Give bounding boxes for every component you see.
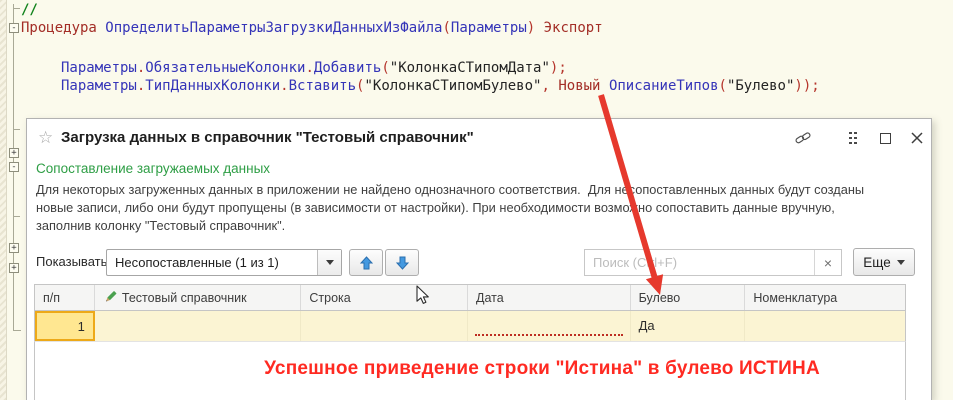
caret-down-icon [326,260,334,265]
show-filter-select[interactable]: Несопоставленные (1 из 1) [106,249,342,276]
table-row[interactable]: 1 Да [34,311,906,342]
code-fold-end [13,330,21,331]
code-line-procedure: Процедура ОпределитьПараметрыЗагрузкиДан… [21,20,603,36]
code-line-insert-type: Параметры.ТипДанныхКолонки.Вставить("Кол… [61,78,820,94]
fold-tick [13,8,20,9]
column-header-nomenclature[interactable]: Номенклатура [745,285,905,310]
screen: // Процедура ОпределитьПараметрыЗагрузки… [0,0,953,400]
cell-row-number-selected[interactable]: 1 [35,311,95,341]
dialog-title: Загрузка данных в справочник "Тестовый с… [61,129,474,146]
fold-expand-icon[interactable] [9,263,19,273]
fold-expand-icon[interactable] [9,243,19,253]
description-line: заполнив колонку "Тестовый справочник". [36,218,285,233]
search-input[interactable] [585,250,814,275]
table-header-row: п/п Тестовый справочник Строка Дата Буле… [34,284,906,311]
favorite-star-icon[interactable]: ☆ [38,128,53,148]
blue-arrow-up-icon [360,256,373,270]
window-menu-icon[interactable] [845,131,861,145]
fold-tick [13,129,20,130]
column-header-date[interactable]: Дата [468,285,631,310]
close-icon[interactable] [909,131,925,145]
more-button[interactable]: Еще [853,248,915,276]
cell-date[interactable] [468,311,631,341]
code-line-comment: // [21,2,38,18]
cell-string[interactable] [301,311,468,341]
code-line-add-column: Параметры.ОбязательныеКолонки.Добавить("… [61,60,567,76]
annotation-text: Успешное приведение строки "Истина" в бу… [127,358,953,380]
column-header-string[interactable]: Строка [301,285,468,310]
red-dotted-underline [475,334,623,336]
load-data-dialog: ☆ Загрузка данных в справочник "Тестовый… [26,118,932,400]
fold-collapse-icon[interactable] [9,162,19,172]
caret-down-icon [897,260,905,265]
show-filter-value: Несопоставленные (1 из 1) [107,250,317,275]
move-up-button[interactable] [349,249,383,276]
editor-margin-hatch [0,0,7,400]
blue-arrow-down-icon [396,256,409,270]
search-box: × [584,249,842,276]
more-button-label: Еще [863,255,890,270]
column-header-num[interactable]: п/п [35,285,95,310]
cell-test-catalog[interactable] [95,311,302,341]
fold-expand-icon[interactable] [9,148,19,158]
description-line: новые записи, либо они будут пропущены (… [36,200,835,215]
fold-collapse-icon[interactable] [9,23,19,33]
maximize-icon[interactable] [877,131,893,145]
section-title: Сопоставление загружаемых данных [36,161,270,176]
get-link-icon[interactable] [795,131,811,145]
mapping-table: п/п Тестовый справочник Строка Дата Буле… [34,284,906,400]
fold-tick [13,216,20,217]
description-line: Для некоторых загруженных данных в прило… [36,182,864,197]
filter-dropdown-button[interactable] [317,250,341,275]
show-filter-label: Показывать: [36,254,111,269]
cell-nomenclature[interactable] [745,311,905,341]
column-header-test-catalog[interactable]: Тестовый справочник [95,285,302,310]
search-clear-button[interactable]: × [814,250,841,275]
cell-boolean[interactable]: Да [631,311,746,341]
move-down-button[interactable] [385,249,419,276]
pencil-icon [103,291,117,304]
column-header-boolean[interactable]: Булево [631,285,746,310]
